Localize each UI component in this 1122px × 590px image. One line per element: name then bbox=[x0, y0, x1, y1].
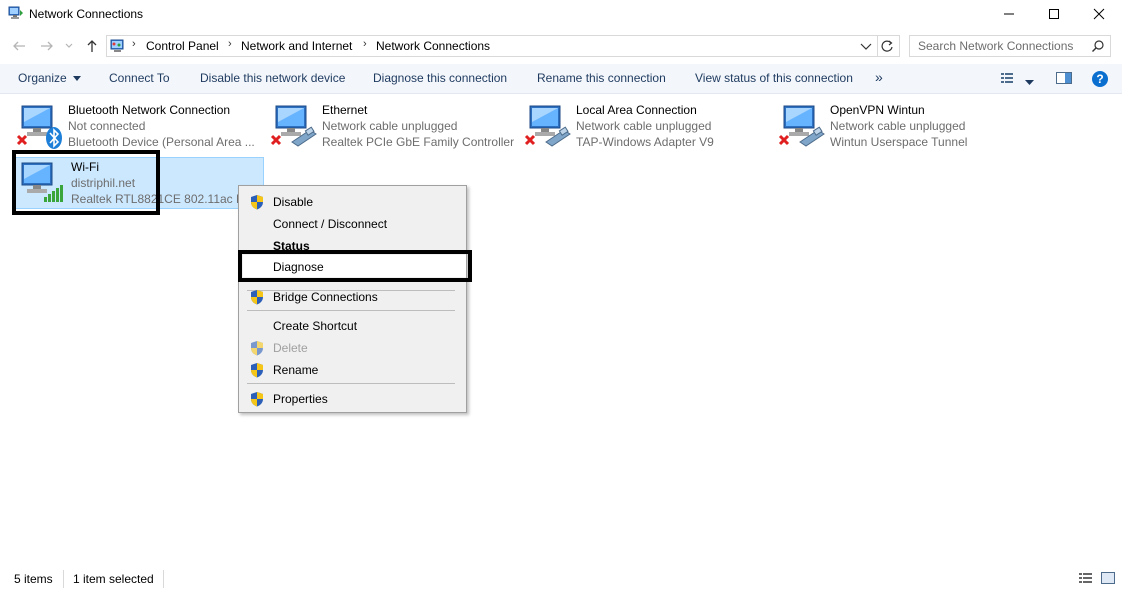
menu-item-properties[interactable]: Properties bbox=[273, 392, 328, 406]
dropdown-arrow-icon bbox=[73, 75, 82, 81]
menu-item-bridge-connections[interactable]: Bridge Connections bbox=[273, 290, 378, 304]
minimize-button[interactable] bbox=[986, 0, 1032, 28]
lan-adapter-icon bbox=[524, 102, 572, 150]
breadcrumb-network-connections[interactable]: Network Connections bbox=[376, 39, 490, 53]
dropdown-arrow-icon bbox=[1025, 80, 1034, 85]
menu-item-rename[interactable]: Rename bbox=[273, 363, 318, 377]
search-icon[interactable] bbox=[1091, 39, 1105, 56]
up-arrow-icon bbox=[87, 40, 97, 52]
ethernet-adapter-icon bbox=[270, 102, 318, 150]
title-bar: Network Connections bbox=[0, 0, 1122, 30]
chevron-down-icon bbox=[860, 43, 872, 50]
connection-status: Network cable unplugged bbox=[322, 119, 458, 133]
change-view-button[interactable] bbox=[1000, 71, 1016, 88]
breadcrumb-control-panel[interactable]: Control Panel bbox=[146, 39, 219, 53]
refresh-icon bbox=[881, 40, 893, 52]
connection-name: Ethernet bbox=[322, 103, 368, 117]
connection-item-openvpn[interactable]: OpenVPN Wintun Network cable unplugged W… bbox=[774, 100, 1024, 152]
diagnose-highlight-box bbox=[238, 250, 472, 282]
menu-separator bbox=[247, 310, 455, 311]
status-divider bbox=[163, 570, 164, 588]
connection-status: Not connected bbox=[68, 119, 146, 133]
status-divider bbox=[63, 570, 64, 588]
up-button[interactable] bbox=[82, 36, 102, 56]
preview-pane-button[interactable] bbox=[1056, 71, 1072, 88]
menu-item-delete: Delete bbox=[273, 341, 308, 355]
address-bar[interactable]: › Control Panel › Network and Internet ›… bbox=[106, 35, 900, 57]
connection-device: Bluetooth Device (Personal Area ... bbox=[68, 135, 255, 149]
connection-device: Realtek PCIe GbE Family Controller bbox=[322, 135, 515, 149]
maximize-button[interactable] bbox=[1031, 0, 1077, 28]
selection-count: 1 item selected bbox=[73, 572, 154, 586]
connection-item-bluetooth[interactable]: Bluetooth Network Connection Not connect… bbox=[12, 100, 262, 152]
command-bar: Organize Connect To Disable this network… bbox=[0, 64, 1122, 94]
large-icons-view-icon bbox=[1101, 572, 1115, 584]
wifi-highlight-box bbox=[12, 150, 160, 215]
more-commands-button[interactable]: » bbox=[875, 69, 883, 85]
address-dropdown-button[interactable] bbox=[860, 41, 872, 55]
rename-connection-button[interactable]: Rename this connection bbox=[537, 71, 666, 85]
large-icons-view-button[interactable] bbox=[1100, 571, 1116, 588]
view-status-button[interactable]: View status of this connection bbox=[695, 71, 853, 85]
uac-shield-icon bbox=[249, 340, 265, 356]
forward-arrow-icon bbox=[41, 41, 53, 51]
diagnose-connection-button[interactable]: Diagnose this connection bbox=[373, 71, 507, 85]
breadcrumb-network-and-internet[interactable]: Network and Internet bbox=[241, 39, 352, 53]
svg-text:?: ? bbox=[1096, 72, 1103, 86]
window-title: Network Connections bbox=[29, 7, 144, 21]
uac-shield-icon bbox=[249, 362, 265, 378]
uac-shield-icon bbox=[249, 194, 265, 210]
recent-locations-button[interactable] bbox=[62, 36, 76, 56]
disable-device-button[interactable]: Disable this network device bbox=[200, 71, 345, 85]
help-button[interactable]: ? bbox=[1091, 70, 1109, 91]
connection-name: OpenVPN Wintun bbox=[830, 103, 925, 117]
details-view-icon bbox=[1079, 573, 1092, 583]
menu-separator bbox=[247, 383, 455, 384]
search-input[interactable]: Search Network Connections bbox=[918, 39, 1073, 53]
maximize-icon bbox=[1049, 9, 1059, 19]
vpn-adapter-icon bbox=[778, 102, 826, 150]
context-menu: Disable Connect / Disconnect Status Brid… bbox=[238, 185, 467, 413]
view-options-dropdown[interactable] bbox=[1025, 75, 1034, 89]
search-box[interactable]: Search Network Connections bbox=[909, 35, 1111, 57]
bluetooth-adapter-icon bbox=[16, 102, 64, 150]
address-divider bbox=[877, 36, 878, 56]
menu-item-connect-disconnect[interactable]: Connect / Disconnect bbox=[273, 217, 387, 231]
item-count: 5 items bbox=[14, 572, 53, 586]
connection-name: Bluetooth Network Connection bbox=[68, 103, 231, 117]
uac-shield-icon bbox=[249, 391, 265, 407]
connection-device: Wintun Userspace Tunnel bbox=[830, 135, 968, 149]
connection-item-local-area[interactable]: Local Area Connection Network cable unpl… bbox=[520, 100, 770, 152]
breadcrumb-separator: › bbox=[363, 38, 367, 50]
breadcrumb-separator: › bbox=[228, 38, 232, 50]
refresh-button[interactable] bbox=[880, 39, 894, 56]
back-arrow-icon bbox=[13, 41, 25, 51]
menu-item-create-shortcut[interactable]: Create Shortcut bbox=[273, 319, 357, 333]
connection-status: Network cable unplugged bbox=[576, 119, 712, 133]
network-connections-icon bbox=[8, 6, 24, 22]
close-icon bbox=[1093, 8, 1105, 20]
uac-shield-icon bbox=[249, 289, 265, 305]
details-view-button[interactable] bbox=[1078, 571, 1094, 588]
help-icon: ? bbox=[1092, 71, 1108, 87]
organize-menu-button[interactable]: Organize bbox=[18, 71, 82, 85]
connection-name: Local Area Connection bbox=[576, 103, 697, 117]
connection-item-ethernet[interactable]: Ethernet Network cable unplugged Realtek… bbox=[266, 100, 516, 152]
menu-item-disable[interactable]: Disable bbox=[273, 195, 313, 209]
minimize-icon bbox=[1004, 13, 1014, 15]
forward-button[interactable] bbox=[37, 36, 57, 56]
control-panel-icon bbox=[110, 38, 126, 54]
connection-status: Network cable unplugged bbox=[830, 119, 966, 133]
back-button[interactable] bbox=[9, 36, 29, 56]
close-button[interactable] bbox=[1076, 0, 1122, 28]
breadcrumb-separator: › bbox=[132, 38, 136, 50]
organize-label: Organize bbox=[18, 71, 67, 85]
view-details-icon bbox=[1001, 73, 1013, 83]
preview-pane-icon bbox=[1056, 72, 1072, 84]
connection-device: TAP-Windows Adapter V9 bbox=[576, 135, 714, 149]
chevron-down-icon bbox=[65, 43, 73, 48]
connect-to-button[interactable]: Connect To bbox=[109, 71, 170, 85]
